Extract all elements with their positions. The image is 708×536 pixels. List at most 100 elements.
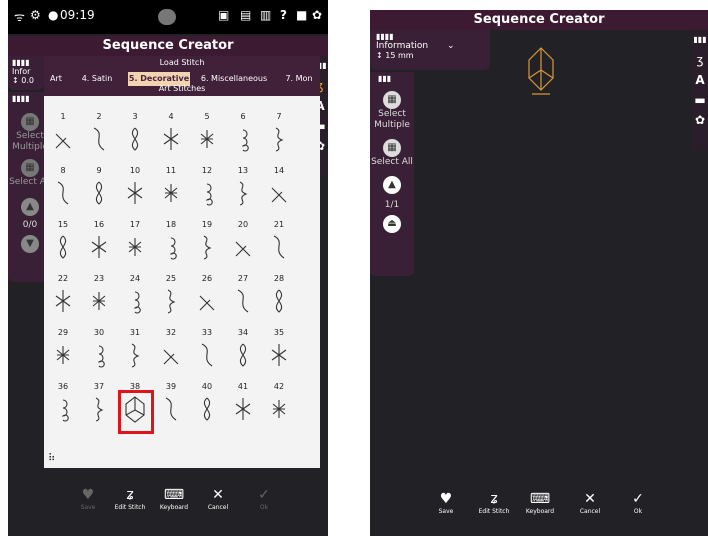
stitch-4-icon[interactable]	[160, 124, 182, 154]
stitch-number: 42	[273, 382, 285, 391]
stitch-33-icon[interactable]	[196, 340, 218, 370]
stitch-36-icon[interactable]	[52, 394, 74, 424]
stitch-12-icon[interactable]	[196, 178, 218, 208]
stitch-11-icon[interactable]	[160, 178, 182, 208]
stitch-number: 2	[96, 112, 102, 121]
stitch-31-icon[interactable]	[124, 340, 146, 370]
status-bar: ᯤ ⚙ ● 09:19 ▣ ▤ ▥ ? ■ ✿	[8, 0, 328, 34]
stitch-26-icon[interactable]	[196, 286, 218, 316]
chevron-down-icon[interactable]: ⌄	[447, 41, 455, 51]
save-button[interactable]: ♥ Save	[68, 486, 108, 511]
check-icon: ✓	[632, 491, 644, 507]
stitch-5-icon[interactable]	[196, 124, 218, 154]
keyboard-button[interactable]: ⌨ Keyboard	[154, 486, 194, 511]
stitch-38-preview-icon	[528, 47, 554, 95]
ok-button[interactable]: ✓ Ok	[618, 490, 658, 515]
stitch-18-icon[interactable]	[160, 232, 182, 262]
keyboard-icon: ⌨	[529, 491, 551, 507]
edit-stitch-icon: ʑ	[126, 487, 134, 503]
stitch-42-icon[interactable]	[268, 394, 290, 424]
stitch-20-icon[interactable]	[232, 232, 254, 262]
time-text: 09:19	[60, 8, 95, 22]
keyboard-button[interactable]: ⌨ Keyboard	[520, 490, 560, 515]
edit-stitch-button[interactable]: ʑ Edit Stitch	[110, 486, 150, 511]
stitch-number: 13	[237, 166, 249, 175]
help-icon[interactable]: ?	[280, 8, 287, 22]
select-all-button[interactable]: ▦ Select All	[370, 139, 414, 168]
info-size: 0.0	[21, 76, 34, 85]
subtitle: Art Stitches	[158, 84, 206, 93]
stitch-15-icon[interactable]	[52, 232, 74, 262]
stitch-number: 1	[60, 112, 66, 121]
stitch-23-icon[interactable]	[88, 286, 110, 316]
stitch-34-icon[interactable]	[232, 340, 254, 370]
stitch-41-icon[interactable]	[232, 394, 254, 424]
stitch-13-icon[interactable]	[232, 178, 254, 208]
stitch-39-icon[interactable]	[160, 394, 182, 424]
ok-button[interactable]: ✓ Ok	[244, 486, 284, 511]
file-icon[interactable]: ▤	[240, 8, 251, 22]
book-icon[interactable]: ▥	[260, 8, 271, 22]
stitch-number: 5	[204, 112, 210, 121]
stitch-number: 34	[237, 328, 249, 337]
stop-icon[interactable]: ■	[296, 8, 307, 22]
stitch-number: 41	[237, 382, 249, 391]
cancel-button[interactable]: ✕ Cancel	[198, 486, 238, 511]
info-panel[interactable]: ▮▮▮▮ Infor ↕ 0.0	[8, 56, 44, 90]
load-stitch-dialog: Load Stitch Art 4. Satin 5. Decorative 6…	[44, 56, 320, 468]
grip-icon: ⠷	[48, 453, 56, 464]
stitch-16-icon[interactable]	[88, 232, 110, 262]
stitch-2-icon[interactable]	[88, 124, 110, 154]
stitch-8-icon[interactable]	[52, 178, 74, 208]
stitch-21-icon[interactable]	[268, 232, 290, 262]
scroll-bottom-button[interactable]: ⏏	[370, 215, 414, 233]
stitch-35-icon[interactable]	[268, 340, 290, 370]
scroll-up-button[interactable]: ▲	[370, 176, 414, 194]
stitch-37-icon[interactable]	[88, 394, 110, 424]
stitch-22-icon[interactable]	[52, 286, 74, 316]
machine-icon[interactable]	[158, 9, 176, 25]
stitch-7-icon[interactable]	[268, 124, 290, 154]
stitch-9-icon[interactable]	[88, 178, 110, 208]
stitch-6-icon[interactable]	[232, 124, 254, 154]
stitch-number: 29	[57, 328, 69, 337]
grip-icon: ▮▮▮	[378, 74, 392, 83]
info-panel[interactable]: ▮▮▮▮ Information ⌄ ↕ 15 mm	[370, 30, 490, 70]
select-multiple-button[interactable]: ▦ Select Multiple	[370, 91, 414, 131]
stitch-1-icon[interactable]	[52, 124, 74, 154]
cancel-button[interactable]: ✕ Cancel	[570, 490, 610, 515]
stitch-17-icon[interactable]	[124, 232, 146, 262]
settings-icon[interactable]: ✿	[692, 110, 708, 130]
stitch-number: 9	[96, 166, 102, 175]
stitch-number: 37	[93, 382, 105, 391]
stitch-14-icon[interactable]	[268, 178, 290, 208]
stitch-number: 32	[165, 328, 177, 337]
stitch-25-icon[interactable]	[160, 286, 182, 316]
stitch-3-icon[interactable]	[124, 124, 146, 154]
stitch-number: 11	[165, 166, 177, 175]
stitch-40-icon[interactable]	[196, 394, 218, 424]
left-screen: ᯤ ⚙ ● 09:19 ▣ ▤ ▥ ? ■ ✿ Sequence Creator…	[8, 0, 328, 536]
select-all-icon: ▦	[21, 159, 39, 177]
stitch-32-icon[interactable]	[160, 340, 182, 370]
save-button[interactable]: ♥ Save	[426, 490, 466, 515]
dialog-header: Load Stitch Art 4. Satin 5. Decorative 6…	[44, 56, 320, 96]
stitch-19-icon[interactable]	[196, 232, 218, 262]
stitch-icon[interactable]: ʒ	[692, 50, 708, 70]
stitch-28-icon[interactable]	[268, 286, 290, 316]
stitch-24-icon[interactable]	[124, 286, 146, 316]
stitch-10-icon[interactable]	[124, 178, 146, 208]
stitch-number: 36	[57, 382, 69, 391]
folder-icon[interactable]: ▬	[692, 90, 708, 110]
stitch-preview[interactable]	[526, 44, 556, 96]
grip-icon: ▮▮▮▮	[376, 32, 394, 41]
font-icon[interactable]: A	[692, 70, 708, 90]
edit-stitch-button[interactable]: ʑ Edit Stitch	[474, 490, 514, 515]
clock-icon: ●	[48, 8, 59, 22]
gear-icon[interactable]: ✿	[312, 8, 322, 22]
stitch-27-icon[interactable]	[232, 286, 254, 316]
stitch-29-icon[interactable]	[52, 340, 74, 370]
stitch-number: 31	[129, 328, 141, 337]
stitch-30-icon[interactable]	[88, 340, 110, 370]
bookmark-icon[interactable]: ▣	[218, 8, 229, 22]
